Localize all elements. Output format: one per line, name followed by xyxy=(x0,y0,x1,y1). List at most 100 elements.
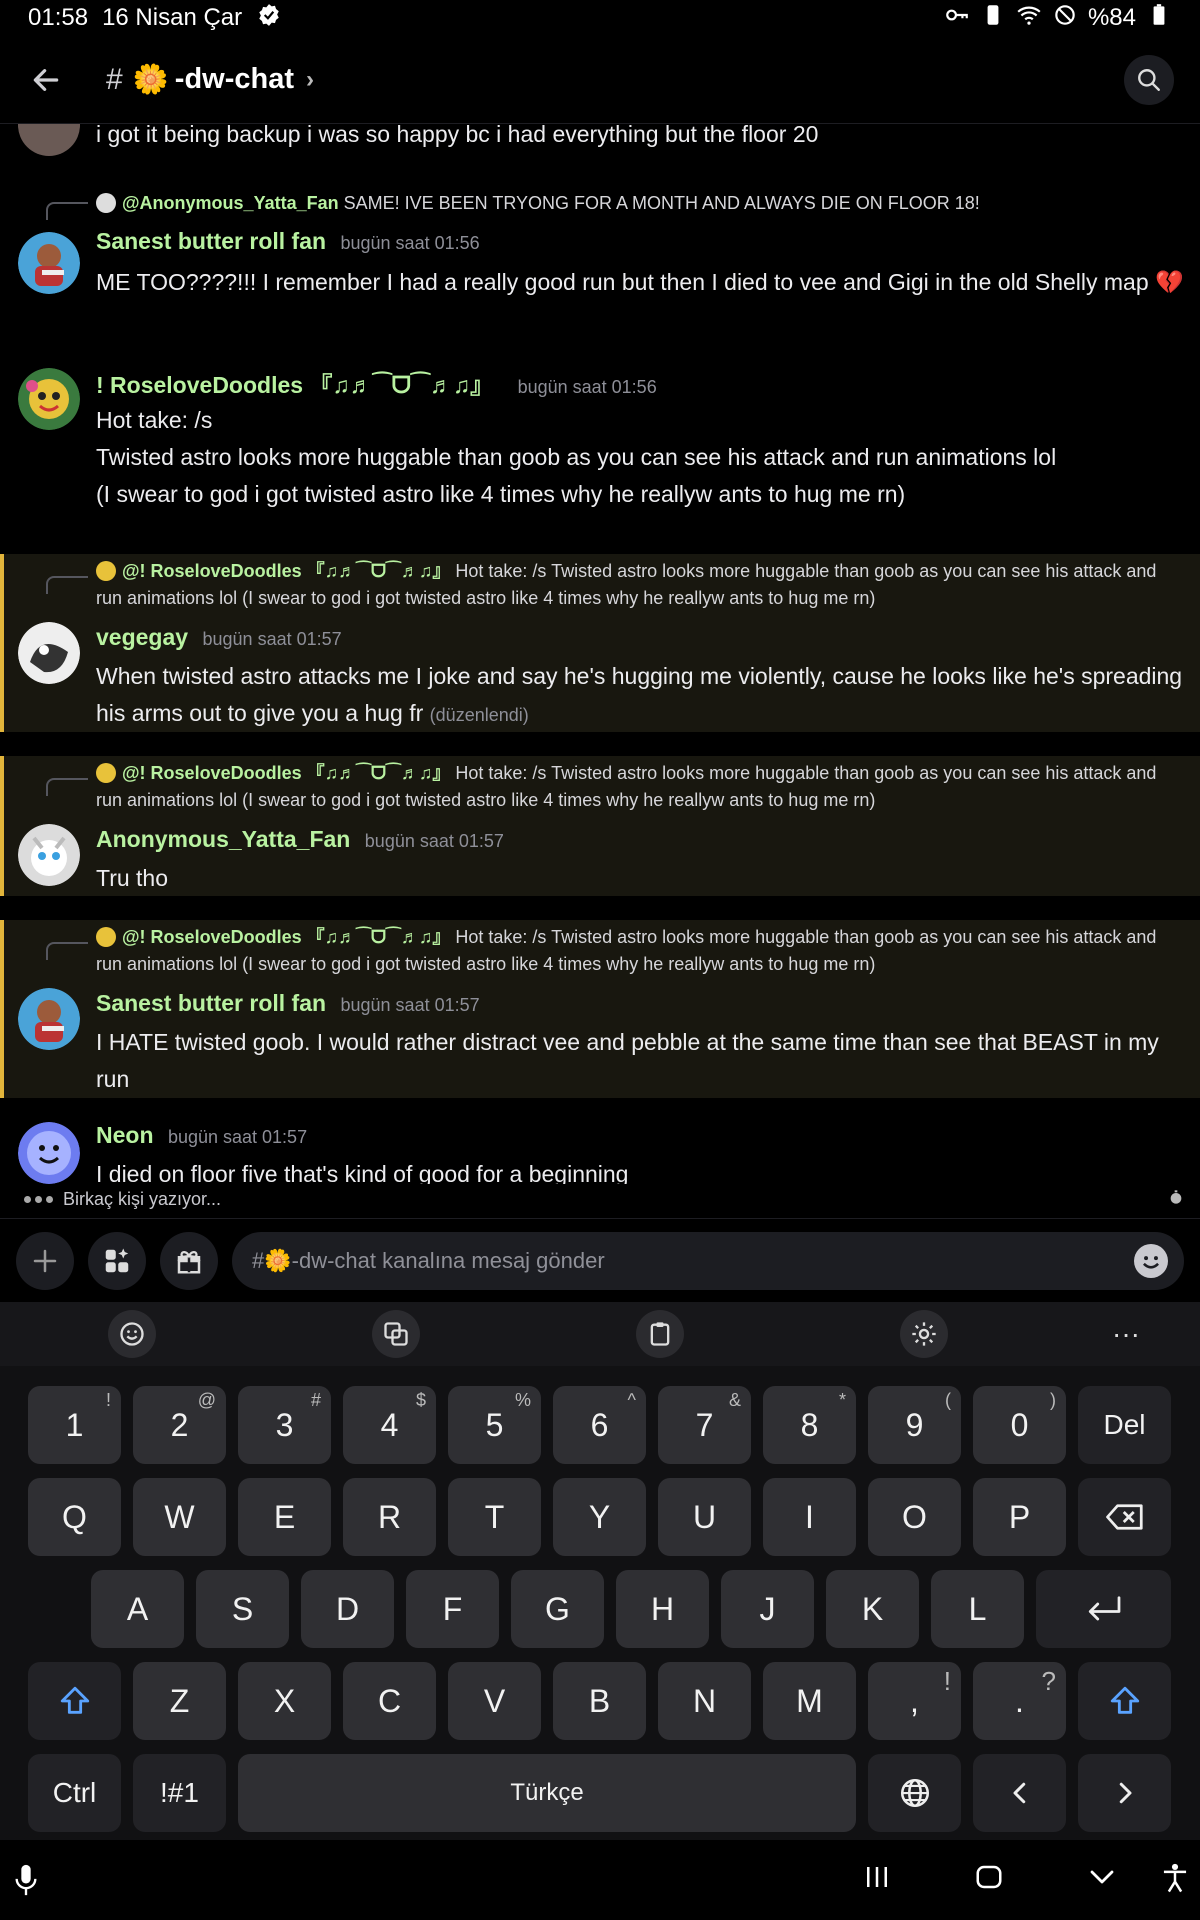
message-item[interactable]: ! RoseloveDoodles 『♫♬⁀ᗜ⁀♬♫』 bugün saat 0… xyxy=(0,368,1200,554)
username[interactable]: Sanest butter roll fan xyxy=(96,990,326,1016)
channel-emoji: 🌼 xyxy=(132,63,169,96)
key-e[interactable]: E xyxy=(238,1478,331,1556)
key-8[interactable]: 8 * xyxy=(763,1386,856,1464)
avatar[interactable] xyxy=(18,232,80,294)
key-x[interactable]: X xyxy=(238,1662,331,1740)
message-item[interactable]: i got it being backup i was so happy bc … xyxy=(0,124,1200,160)
key-7[interactable]: 7 & xyxy=(658,1386,751,1464)
key-w[interactable]: W xyxy=(133,1478,226,1556)
dnd-icon xyxy=(1052,2,1078,35)
apps-button[interactable] xyxy=(88,1231,146,1290)
delete-key[interactable]: Del xyxy=(1078,1386,1171,1464)
gift-button[interactable] xyxy=(160,1231,218,1290)
avatar[interactable] xyxy=(18,988,80,1050)
key-c[interactable]: C xyxy=(343,1662,436,1740)
key-6[interactable]: 6 ^ xyxy=(553,1386,646,1464)
key-0[interactable]: 0) xyxy=(973,1386,1066,1464)
enter-key[interactable] xyxy=(1036,1570,1171,1648)
symbols-key[interactable]: !#1 xyxy=(133,1754,226,1832)
backspace-key[interactable] xyxy=(1078,1478,1171,1556)
avatar[interactable] xyxy=(18,824,80,886)
key-r[interactable]: R xyxy=(343,1478,436,1556)
shift-right-key[interactable] xyxy=(1078,1662,1171,1740)
key-l[interactable]: L xyxy=(931,1570,1024,1648)
key-1[interactable]: 1! xyxy=(28,1386,121,1464)
key-y[interactable]: Y xyxy=(553,1478,646,1556)
search-button[interactable] xyxy=(1124,54,1174,105)
home-icon[interactable] xyxy=(974,1862,1004,1897)
attach-button[interactable] xyxy=(16,1231,74,1290)
gear-icon[interactable] xyxy=(900,1310,948,1358)
emoji-keyboard-icon[interactable] xyxy=(108,1310,156,1358)
system-nav-bar xyxy=(0,1840,1200,1920)
ctrl-key[interactable]: Ctrl xyxy=(28,1754,121,1832)
key-p[interactable]: P xyxy=(973,1478,1066,1556)
shift-left-key[interactable] xyxy=(28,1662,121,1740)
avatar[interactable] xyxy=(18,1122,80,1184)
reply-preview[interactable]: @! RoseloveDoodles 『♫♬⁀ᗜ⁀♬♫』 Hot take: /… xyxy=(96,760,1160,814)
message-input[interactable]: #🌼-dw-chat kanalına mesaj gönder xyxy=(232,1231,1184,1290)
key-3[interactable]: 3 # xyxy=(238,1386,331,1464)
space-key[interactable]: Türkçe xyxy=(238,1754,856,1832)
key-f[interactable]: F xyxy=(406,1570,499,1648)
avatar[interactable] xyxy=(18,368,80,430)
key-q[interactable]: Q xyxy=(28,1478,121,1556)
key-9[interactable]: 9( xyxy=(868,1386,961,1464)
key-g[interactable]: G xyxy=(511,1570,604,1648)
message-item-highlighted[interactable]: @! RoseloveDoodles 『♫♬⁀ᗜ⁀♬♫』 Hot take: /… xyxy=(0,554,1200,732)
key-label: 9 xyxy=(905,1406,924,1443)
avatar[interactable] xyxy=(18,622,80,684)
key-u[interactable]: U xyxy=(658,1478,751,1556)
key-5[interactable]: 5% xyxy=(448,1386,541,1464)
translate-icon[interactable] xyxy=(372,1310,420,1358)
key-s[interactable]: S xyxy=(196,1570,289,1648)
key-i[interactable]: I xyxy=(763,1478,856,1556)
reply-preview[interactable]: @Anonymous_Yatta_Fan SAME! IVE BEEN TRYO… xyxy=(96,190,980,217)
accessibility-icon[interactable] xyxy=(1160,1862,1190,1899)
language-key[interactable] xyxy=(868,1754,961,1832)
key-h[interactable]: H xyxy=(616,1570,709,1648)
reply-avatar xyxy=(96,927,116,947)
key-t[interactable]: T xyxy=(448,1478,541,1556)
avatar[interactable] xyxy=(18,124,80,156)
key-period[interactable]: .? xyxy=(973,1662,1066,1740)
cursor-left-key[interactable] xyxy=(973,1754,1066,1832)
key-a[interactable]: A xyxy=(91,1570,184,1648)
message-item[interactable]: @Anonymous_Yatta_Fan SAME! IVE BEEN TRYO… xyxy=(0,190,1200,368)
key-m[interactable]: M xyxy=(763,1662,856,1740)
key-z[interactable]: Z xyxy=(133,1662,226,1740)
username[interactable]: Anonymous_Yatta_Fan xyxy=(96,826,350,852)
globe-icon xyxy=(900,1778,929,1808)
message-item[interactable]: Neon bugün saat 01:57 I died on floor fi… xyxy=(0,1122,1200,1184)
key-comma[interactable]: ,! xyxy=(868,1662,961,1740)
recents-icon[interactable] xyxy=(862,1862,892,1897)
key-sup: ^ xyxy=(627,1390,636,1410)
more-options-icon[interactable]: ··· xyxy=(1112,1318,1140,1350)
key-b[interactable]: B xyxy=(553,1662,646,1740)
message-list[interactable]: i got it being backup i was so happy bc … xyxy=(0,124,1200,1184)
reply-preview[interactable]: @! RoseloveDoodles 『♫♬⁀ᗜ⁀♬♫』 Hot take: /… xyxy=(96,558,1160,612)
key-j[interactable]: J xyxy=(721,1570,814,1648)
key-4[interactable]: 4 $ xyxy=(343,1386,436,1464)
key-2[interactable]: 2 @ xyxy=(133,1386,226,1464)
reply-preview[interactable]: @! RoseloveDoodles 『♫♬⁀ᗜ⁀♬♫』 Hot take: /… xyxy=(96,924,1160,978)
username[interactable]: vegegay xyxy=(96,624,188,650)
key-d[interactable]: D xyxy=(301,1570,394,1648)
clipboard-icon[interactable] xyxy=(636,1310,684,1358)
username[interactable]: Sanest butter roll fan xyxy=(96,228,326,254)
key-n[interactable]: N xyxy=(658,1662,751,1740)
channel-title[interactable]: 🌼 -dw-chat › xyxy=(133,63,314,97)
key-k[interactable]: K xyxy=(826,1570,919,1648)
message-item-highlighted[interactable]: @! RoseloveDoodles 『♫♬⁀ᗜ⁀♬♫』 Hot take: /… xyxy=(0,920,1200,1098)
message-item-highlighted[interactable]: @! RoseloveDoodles 『♫♬⁀ᗜ⁀♬♫』 Hot take: /… xyxy=(0,756,1200,896)
emoji-picker-icon[interactable] xyxy=(1134,1243,1168,1278)
username[interactable]: Neon xyxy=(96,1122,154,1148)
timestamp: bugün saat 01:56 xyxy=(340,233,480,253)
hide-keyboard-icon[interactable] xyxy=(1086,1862,1118,1897)
key-o[interactable]: O xyxy=(868,1478,961,1556)
key-v[interactable]: V xyxy=(448,1662,541,1740)
cursor-right-key[interactable] xyxy=(1078,1754,1171,1832)
username[interactable]: ! RoseloveDoodles 『♫♬⁀ᗜ⁀♬♫』 xyxy=(96,372,493,398)
back-button[interactable] xyxy=(26,60,66,100)
microphone-icon[interactable] xyxy=(12,1862,40,1903)
